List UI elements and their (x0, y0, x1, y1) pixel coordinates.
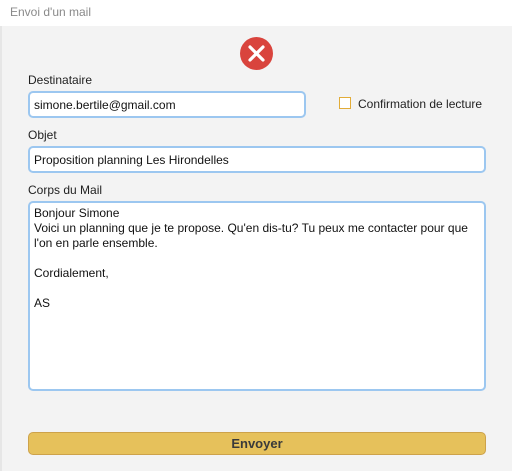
mail-window: Envoi d'un mail Destinataire Confirmatio… (0, 0, 512, 471)
window-left-edge (0, 26, 2, 471)
body-textarea[interactable]: Bonjour Simone Voici un planning que je … (28, 201, 486, 391)
read-receipt-label[interactable]: Confirmation de lecture (358, 97, 482, 111)
subject-input[interactable] (28, 146, 486, 173)
close-button[interactable] (240, 37, 273, 70)
close-icon (248, 45, 265, 62)
title-bar: Envoi d'un mail (0, 0, 512, 26)
recipient-input[interactable] (28, 91, 306, 118)
recipient-label: Destinataire (28, 73, 93, 87)
read-receipt-checkbox[interactable] (339, 97, 351, 109)
send-button[interactable]: Envoyer (28, 432, 486, 455)
subject-label: Objet (28, 128, 57, 142)
body-label: Corps du Mail (28, 183, 103, 197)
window-title: Envoi d'un mail (10, 5, 91, 19)
